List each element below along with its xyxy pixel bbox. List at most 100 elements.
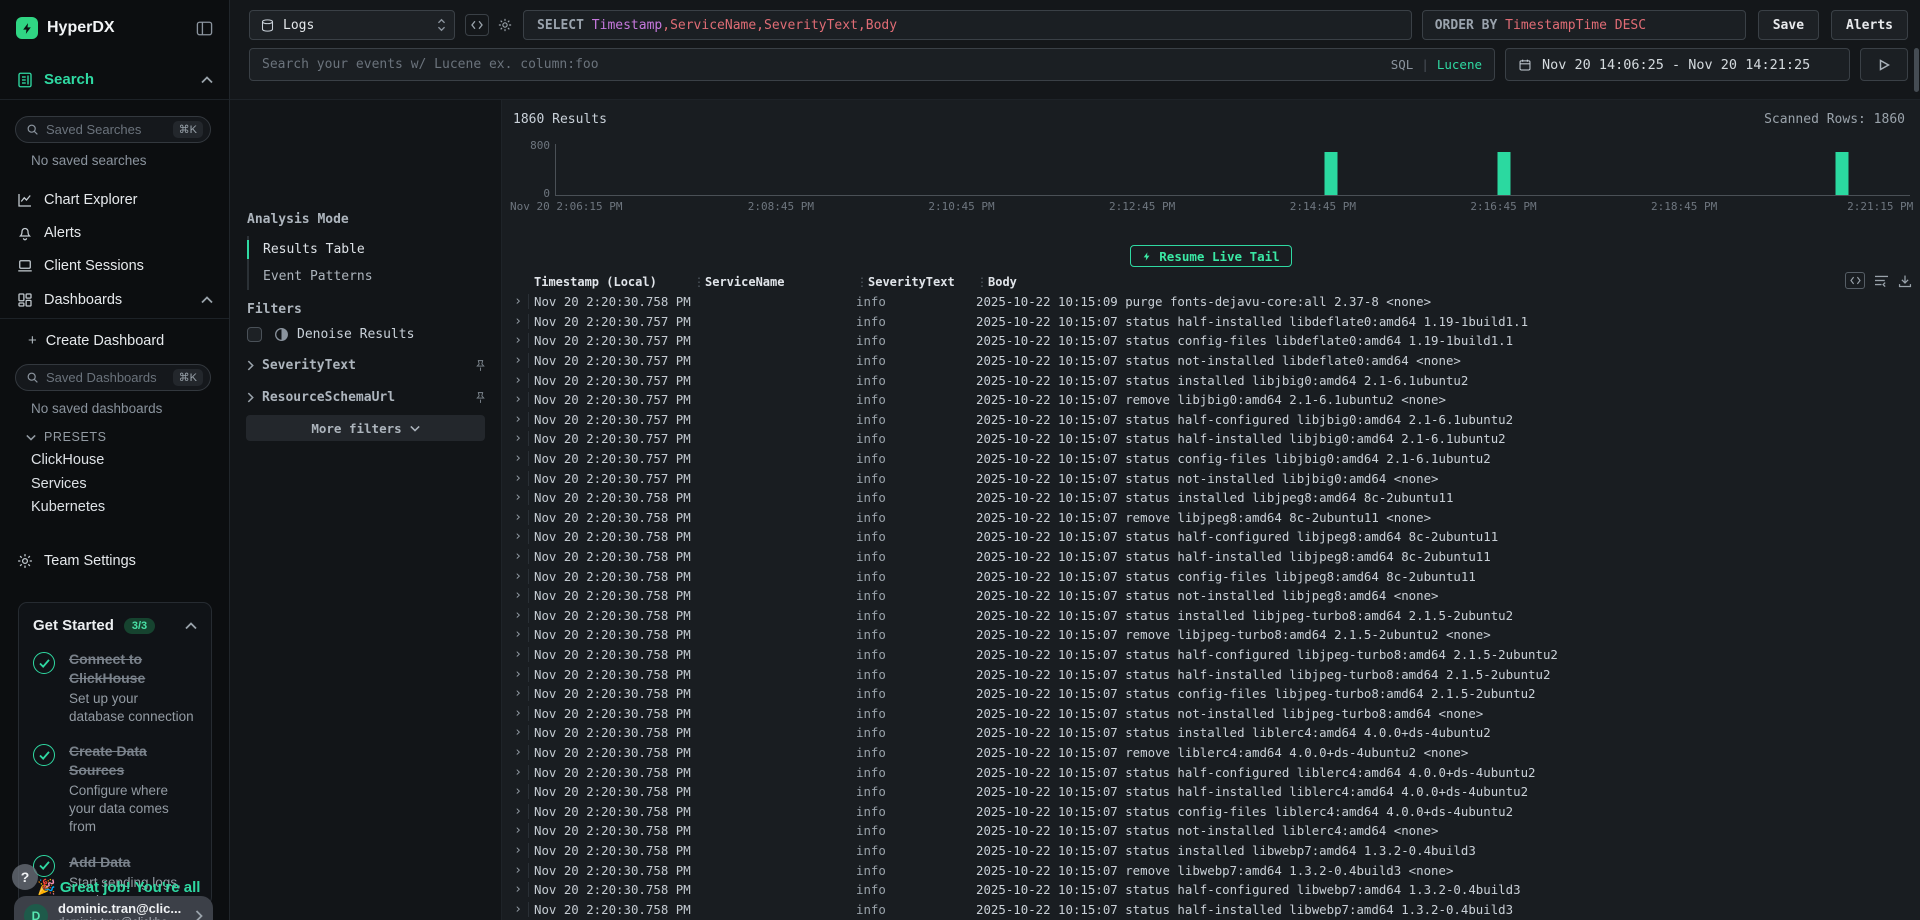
column-header-servicename[interactable]: ServiceName — [705, 275, 856, 289]
scrollbar-thumb[interactable] — [1914, 48, 1919, 92]
filter-group-resourceschemaurl[interactable]: ResourceSchemaUrl — [247, 390, 487, 405]
table-row[interactable]: ›Nov 20 2:20:30.757 PMinfo2025-10-22 10:… — [502, 449, 1920, 469]
table-row[interactable]: ›Nov 20 2:20:30.758 PMinfo2025-10-22 10:… — [502, 625, 1920, 645]
cell-severitytext: info — [856, 843, 976, 858]
table-row[interactable]: ›Nov 20 2:20:30.758 PMinfo2025-10-22 10:… — [502, 762, 1920, 782]
table-row[interactable]: ›Nov 20 2:20:30.757 PMinfo2025-10-22 10:… — [502, 331, 1920, 351]
sidebar-item-team-settings[interactable]: Team Settings — [0, 545, 229, 577]
table-row[interactable]: ›Nov 20 2:20:30.758 PMinfo2025-10-22 10:… — [502, 664, 1920, 684]
mode-results-table[interactable]: Results Table — [249, 236, 373, 263]
table-row[interactable]: ›Nov 20 2:20:30.758 PMinfo2025-10-22 10:… — [502, 547, 1920, 567]
table-row[interactable]: ›Nov 20 2:20:30.758 PMinfo2025-10-22 10:… — [502, 801, 1920, 821]
sidebar-item-alerts[interactable]: Alerts — [0, 217, 229, 249]
table-row[interactable]: ›Nov 20 2:20:30.758 PMinfo2025-10-22 10:… — [502, 841, 1920, 861]
table-row[interactable]: ›Nov 20 2:20:30.758 PMinfo2025-10-22 10:… — [502, 508, 1920, 528]
table-row[interactable]: ›Nov 20 2:20:30.758 PMinfo2025-10-22 10:… — [502, 566, 1920, 586]
pin-icon[interactable] — [474, 359, 487, 372]
column-resize-handle[interactable]: ⋮ — [976, 275, 988, 289]
cell-severitytext: info — [856, 784, 976, 799]
presets-toggle[interactable]: PRESETS — [26, 430, 107, 444]
sidebar-collapse-icon[interactable] — [196, 21, 213, 36]
table-row[interactable]: ›Nov 20 2:20:30.758 PMinfo2025-10-22 10:… — [502, 645, 1920, 665]
table-row[interactable]: ›Nov 20 2:20:30.758 PMinfo2025-10-22 10:… — [502, 899, 1920, 919]
alerts-button[interactable]: Alerts — [1831, 10, 1908, 40]
column-resize-handle[interactable]: ⋮ — [856, 275, 868, 289]
table-row[interactable]: ›Nov 20 2:20:30.757 PMinfo2025-10-22 10:… — [502, 410, 1920, 430]
saved-dashboards-input[interactable]: Saved Dashboards ⌘K — [15, 364, 211, 391]
histogram-bar[interactable] — [1324, 152, 1337, 195]
table-row[interactable]: ›Nov 20 2:20:30.758 PMinfo2025-10-22 10:… — [502, 292, 1920, 312]
table-row[interactable]: ›Nov 20 2:20:30.757 PMinfo2025-10-22 10:… — [502, 370, 1920, 390]
code-toggle-button[interactable] — [465, 14, 489, 36]
denoise-results-option[interactable]: Denoise Results — [247, 327, 414, 342]
sidebar-item-client-sessions[interactable]: Client Sessions — [0, 250, 229, 282]
more-filters-button[interactable]: More filters — [246, 415, 485, 441]
chart-explorer-icon — [16, 191, 34, 209]
pin-icon[interactable] — [474, 391, 487, 404]
denoise-checkbox[interactable] — [247, 327, 262, 342]
denoise-contrast-icon — [274, 327, 289, 342]
column-header-timestamp[interactable]: Timestamp (Local) — [534, 275, 693, 289]
create-dashboard-button[interactable]: + Create Dashboard — [28, 332, 164, 349]
select-columns-input[interactable]: SELECT Timestamp,ServiceName,SeverityTex… — [523, 10, 1412, 40]
preset-item[interactable]: ClickHouse — [31, 452, 104, 468]
table-row[interactable]: ›Nov 20 2:20:30.758 PMinfo2025-10-22 10:… — [502, 880, 1920, 900]
table-row[interactable]: ›Nov 20 2:20:30.758 PMinfo2025-10-22 10:… — [502, 527, 1920, 547]
lang-lucene-option[interactable]: Lucene — [1437, 57, 1482, 72]
sidebar-item-dashboards[interactable]: Dashboards — [0, 284, 229, 316]
gear-icon — [497, 17, 513, 33]
table-row[interactable]: ›Nov 20 2:20:30.758 PMinfo2025-10-22 10:… — [502, 782, 1920, 802]
source-select[interactable]: Logs — [249, 10, 455, 40]
table-row[interactable]: ›Nov 20 2:20:30.758 PMinfo2025-10-22 10:… — [502, 684, 1920, 704]
download-icon[interactable] — [1898, 274, 1912, 288]
table-row[interactable]: ›Nov 20 2:20:30.758 PMinfo2025-10-22 10:… — [502, 606, 1920, 626]
column-header-body[interactable]: Body — [988, 275, 1920, 289]
lang-sql-option[interactable]: SQL — [1391, 57, 1414, 72]
save-button[interactable]: Save — [1758, 10, 1819, 40]
table-row[interactable]: ›Nov 20 2:20:30.758 PMinfo2025-10-22 10:… — [502, 488, 1920, 508]
sidebar-item-search[interactable]: Search — [0, 60, 229, 100]
dashboards-label: Dashboards — [44, 292, 201, 308]
table-row[interactable]: ›Nov 20 2:20:30.758 PMinfo2025-10-22 10:… — [502, 586, 1920, 606]
source-settings-button[interactable] — [497, 17, 513, 33]
column-header-severitytext[interactable]: SeverityText — [868, 275, 976, 289]
column-resize-handle[interactable]: ⋮ — [693, 275, 705, 289]
saved-searches-input[interactable]: Saved Searches ⌘K — [15, 116, 211, 143]
preset-item[interactable]: Services — [31, 476, 87, 492]
preset-item[interactable]: Kubernetes — [31, 499, 105, 515]
time-range-picker[interactable]: Nov 20 14:06:25 - Nov 20 14:21:25 — [1505, 48, 1850, 81]
filter-group-severitytext[interactable]: SeverityText — [247, 358, 487, 373]
sidebar-item-chart-explorer[interactable]: Chart Explorer — [0, 184, 229, 216]
chevron-down-icon — [410, 425, 420, 432]
table-row[interactable]: ›Nov 20 2:20:30.758 PMinfo2025-10-22 10:… — [502, 743, 1920, 763]
table-row[interactable]: ›Nov 20 2:20:30.757 PMinfo2025-10-22 10:… — [502, 312, 1920, 332]
results-histogram[interactable]: 800 0 — [555, 144, 1910, 196]
wrap-lines-icon[interactable] — [1874, 274, 1889, 287]
order-by-input[interactable]: ORDER BY TimestampTime DESC — [1422, 10, 1746, 40]
table-row[interactable]: ›Nov 20 2:20:30.757 PMinfo2025-10-22 10:… — [502, 468, 1920, 488]
get-started-item[interactable]: Create Data SourcesConfigure where your … — [33, 742, 197, 836]
select-field-primary: Timestamp — [592, 18, 662, 33]
table-row[interactable]: ›Nov 20 2:20:30.758 PMinfo2025-10-22 10:… — [502, 821, 1920, 841]
expand-json-icon[interactable] — [1845, 272, 1865, 289]
help-button[interactable]: ? — [12, 864, 38, 890]
get-started-item-title: Create Data Sources — [69, 742, 197, 780]
table-row[interactable]: ›Nov 20 2:20:30.757 PMinfo2025-10-22 10:… — [502, 390, 1920, 410]
sidebar: HyperDX Search Saved Searches ⌘K No save… — [0, 0, 230, 920]
table-row[interactable]: ›Nov 20 2:20:30.758 PMinfo2025-10-22 10:… — [502, 860, 1920, 880]
table-row[interactable]: ›Nov 20 2:20:30.758 PMinfo2025-10-22 10:… — [502, 703, 1920, 723]
table-row[interactable]: ›Nov 20 2:20:30.757 PMinfo2025-10-22 10:… — [502, 429, 1920, 449]
chevron-up-icon[interactable] — [185, 622, 197, 630]
get-started-item[interactable]: Connect to ClickHouseSet up your databas… — [33, 650, 197, 726]
table-row[interactable]: ›Nov 20 2:20:30.757 PMinfo2025-10-22 10:… — [502, 351, 1920, 371]
cell-severitytext: info — [856, 490, 976, 505]
histogram-bar[interactable] — [1497, 152, 1510, 195]
event-search-input[interactable]: Search your events w/ Lucene ex. column:… — [249, 48, 1495, 81]
histogram-bar[interactable] — [1836, 152, 1849, 195]
user-account-chip[interactable]: D dominic.tran@clic... dominic.tran@clic… — [14, 896, 213, 920]
resume-live-tail-button[interactable]: Resume Live Tail — [1130, 245, 1291, 267]
user-name: dominic.tran@clic... — [58, 901, 181, 917]
table-row[interactable]: ›Nov 20 2:20:30.758 PMinfo2025-10-22 10:… — [502, 723, 1920, 743]
mode-event-patterns[interactable]: Event Patterns — [249, 263, 373, 290]
run-query-button[interactable] — [1860, 48, 1908, 81]
